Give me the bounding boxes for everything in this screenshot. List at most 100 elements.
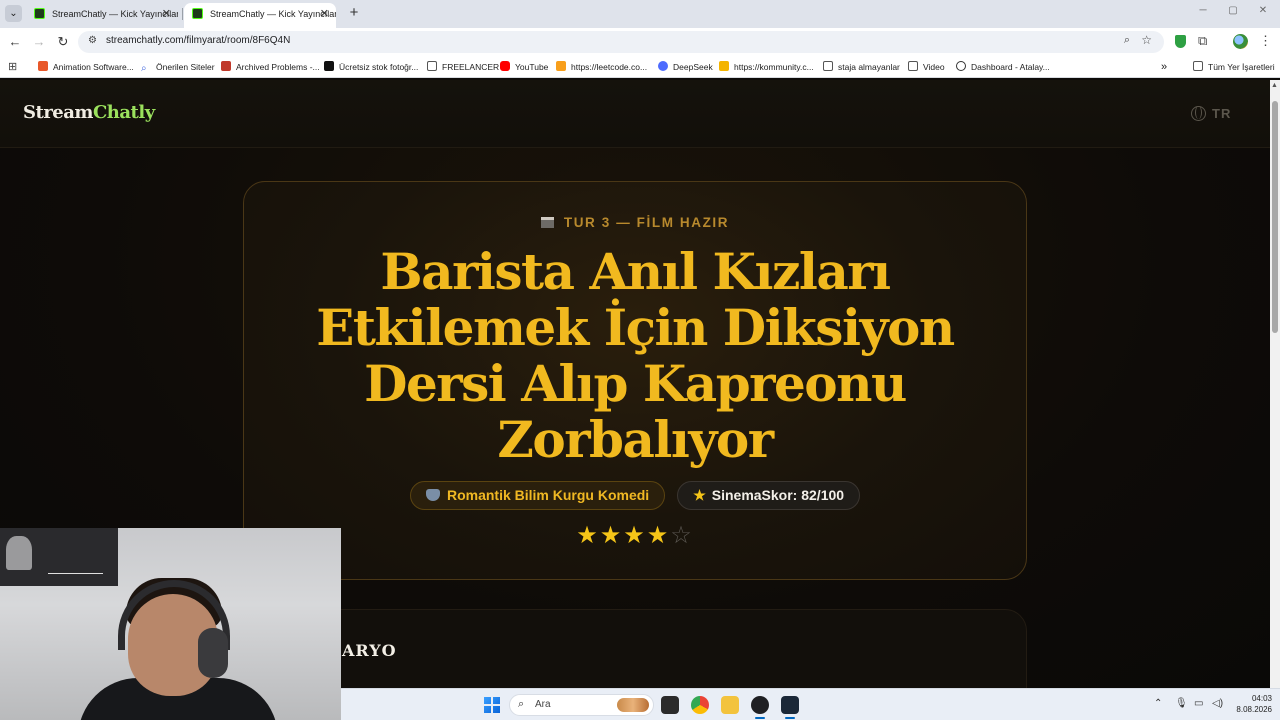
clock-date: 8.08.2026 xyxy=(1236,705,1272,714)
poster-portrait xyxy=(6,536,32,570)
minimize-icon[interactable]: ─ xyxy=(1196,5,1210,16)
tab-title: StreamChatly — Kick Yayıncıları xyxy=(52,9,178,19)
taskbar-clock[interactable]: 04:03 8.08.2026 xyxy=(1228,693,1272,715)
globe-icon xyxy=(1191,106,1206,121)
shield-extension-icon[interactable] xyxy=(1175,35,1186,48)
film-tags: Romantik Bilim Kurgu Komedi ★ SinemaSkor: … xyxy=(244,481,1026,510)
search-placeholder: Ara xyxy=(535,699,551,710)
pe-icon xyxy=(221,61,231,71)
reload-icon[interactable]: ↻ xyxy=(55,34,71,50)
folder-icon xyxy=(1193,61,1203,71)
site-header: StreamChatly TR xyxy=(0,80,1270,148)
bookmark-star-icon[interactable]: ☆ xyxy=(1141,33,1152,47)
tab-divider xyxy=(182,8,183,20)
scrollbar-thumb[interactable] xyxy=(1272,101,1278,333)
close-window-icon[interactable]: ✕ xyxy=(1256,5,1270,16)
tray-overflow-chevron-icon[interactable]: ⌃ xyxy=(1154,698,1162,709)
theater-masks-icon xyxy=(425,489,440,501)
browser-tab[interactable]: StreamChatly — Kick Yayıncıları ✕ xyxy=(26,3,178,28)
url-text[interactable]: streamchatly.com/filmyarat/room/8F6Q4N xyxy=(106,35,290,46)
streamchatly-favicon-icon xyxy=(34,8,45,19)
scenario-card: ARYO xyxy=(243,609,1027,688)
folder-icon xyxy=(908,61,918,71)
forward-arrow-icon[interactable]: → xyxy=(31,34,47,50)
new-tab-plus-icon[interactable]: + xyxy=(346,4,362,21)
section-title: ARYO xyxy=(342,641,397,660)
extensions-puzzle-icon[interactable]: ⧉ xyxy=(1198,33,1207,49)
network-icon[interactable]: ▭ xyxy=(1194,698,1203,709)
filled-star-icon: ★ xyxy=(599,522,624,549)
windows-start-icon[interactable] xyxy=(484,697,500,713)
tab-search-chevron-icon[interactable]: ⌄ xyxy=(5,5,22,22)
empty-star-icon: ☆ xyxy=(670,522,694,549)
bookmark-item[interactable]: Dashboard - Atalay... xyxy=(956,59,1050,75)
site-info-icon[interactable]: ⚙ xyxy=(88,35,97,46)
vertical-scrollbar[interactable]: ▲ xyxy=(1270,80,1280,688)
browser-tab-active[interactable]: StreamChatly — Kick Yayıncıları ✕ xyxy=(184,3,336,28)
obs-icon[interactable] xyxy=(751,696,769,719)
bookmark-item[interactable]: https://leetcode.co... xyxy=(556,59,647,75)
file-explorer-icon[interactable] xyxy=(721,696,739,714)
bookmark-item[interactable]: FREELANCER xyxy=(427,59,499,75)
bookmark-item[interactable]: ⌕ Önerilen Siteler xyxy=(141,59,215,75)
deepseek-icon xyxy=(658,61,668,71)
score-badge: ★ SinemaSkor: 82/100 xyxy=(677,481,861,510)
bookmark-item[interactable]: staja almayanlar xyxy=(823,59,900,75)
bookmarks-bar: ⊞ Animation Software... ⌕ Önerilen Sitele… xyxy=(0,56,1280,78)
profile-avatar[interactable] xyxy=(1233,34,1248,49)
bookmark-item[interactable]: DeepSeek xyxy=(658,59,713,75)
menu-dots-icon[interactable]: ⋮ xyxy=(1259,33,1272,49)
webcam-overlay xyxy=(0,528,341,720)
address-bar[interactable]: ⚙ streamchatly.com/filmyarat/room/8F6Q4N… xyxy=(78,31,1164,53)
bookmark-item[interactable]: Video xyxy=(908,59,945,75)
globe-icon xyxy=(956,61,966,71)
folder-icon xyxy=(427,61,437,71)
restore-icon[interactable]: ▢ xyxy=(1226,5,1240,16)
filled-star-icon: ★ xyxy=(623,522,647,549)
search-highlight-image xyxy=(617,698,649,712)
browser-tab-bar: ⌄ StreamChatly — Kick Yayıncıları ✕ Stre… xyxy=(0,0,1280,28)
round-label: TUR 3 — FİLM HAZIR xyxy=(244,215,1026,230)
scroll-up-arrow-icon[interactable]: ▲ xyxy=(1271,82,1278,89)
v-logo-icon xyxy=(38,61,48,71)
chrome-icon[interactable] xyxy=(691,696,709,714)
back-arrow-icon[interactable]: ← xyxy=(7,34,23,50)
star-icon: ★ xyxy=(693,487,706,503)
brand-logo[interactable]: StreamChatly xyxy=(23,102,155,123)
wall-poster xyxy=(0,528,118,586)
film-result-card: TUR 3 — FİLM HAZIR Barista Anıl Kızları … xyxy=(243,181,1027,580)
bookmark-item[interactable]: Archived Problems -... xyxy=(221,59,320,75)
clock-time: 04:03 xyxy=(1251,694,1272,703)
bookmark-item[interactable]: https://kommunity.c... xyxy=(719,59,814,75)
k-icon xyxy=(719,61,729,71)
zoom-icon[interactable]: ⌕ xyxy=(1124,34,1130,47)
leetcode-icon xyxy=(556,61,566,71)
folder-icon xyxy=(823,61,833,71)
more-bookmarks-chevron-icon[interactable]: » xyxy=(1161,59,1167,75)
steam-icon[interactable] xyxy=(781,696,799,719)
filled-star-icon: ★ xyxy=(646,522,671,549)
search-icon: ⌕ xyxy=(141,63,147,74)
task-view-icon[interactable] xyxy=(661,696,679,714)
browser-toolbar: ← → ↻ ⚙ streamchatly.com/filmyarat/room/… xyxy=(0,28,1280,56)
apps-grid-icon[interactable]: ⊞ xyxy=(8,60,17,73)
close-icon[interactable]: ✕ xyxy=(162,3,171,25)
close-icon[interactable]: ✕ xyxy=(320,3,329,25)
headphone-cup xyxy=(198,628,228,678)
all-bookmarks-folder[interactable]: Tüm Yer İşaretleri xyxy=(1193,59,1275,75)
filled-star-icon: ★ xyxy=(576,522,600,549)
volume-icon[interactable]: ◁) xyxy=(1212,698,1223,709)
film-title: Barista Anıl Kızları Etkilemek İçin Diks… xyxy=(316,242,955,469)
tab-title: StreamChatly — Kick Yayıncıları xyxy=(210,9,336,19)
clapperboard-icon xyxy=(540,217,554,228)
taskbar-search[interactable]: ⌕ Ara xyxy=(509,694,654,716)
youtube-icon xyxy=(500,61,510,71)
bookmark-item[interactable]: Ücretsiz stok fotoğr... xyxy=(324,59,418,75)
windows-taskbar: ⌕ Ara ⌃ 🎙︎ ▭ ◁) 04:03 8.08.2026 xyxy=(341,688,1280,720)
language-switcher[interactable]: TR xyxy=(1191,106,1231,121)
star-rating: ★★★★☆ xyxy=(244,521,1026,550)
bookmark-item[interactable]: Animation Software... xyxy=(38,59,134,75)
search-icon: ⌕ xyxy=(518,698,525,710)
microphone-icon[interactable]: 🎙︎ xyxy=(1175,698,1188,709)
bookmark-item[interactable]: YouTube xyxy=(500,59,548,75)
